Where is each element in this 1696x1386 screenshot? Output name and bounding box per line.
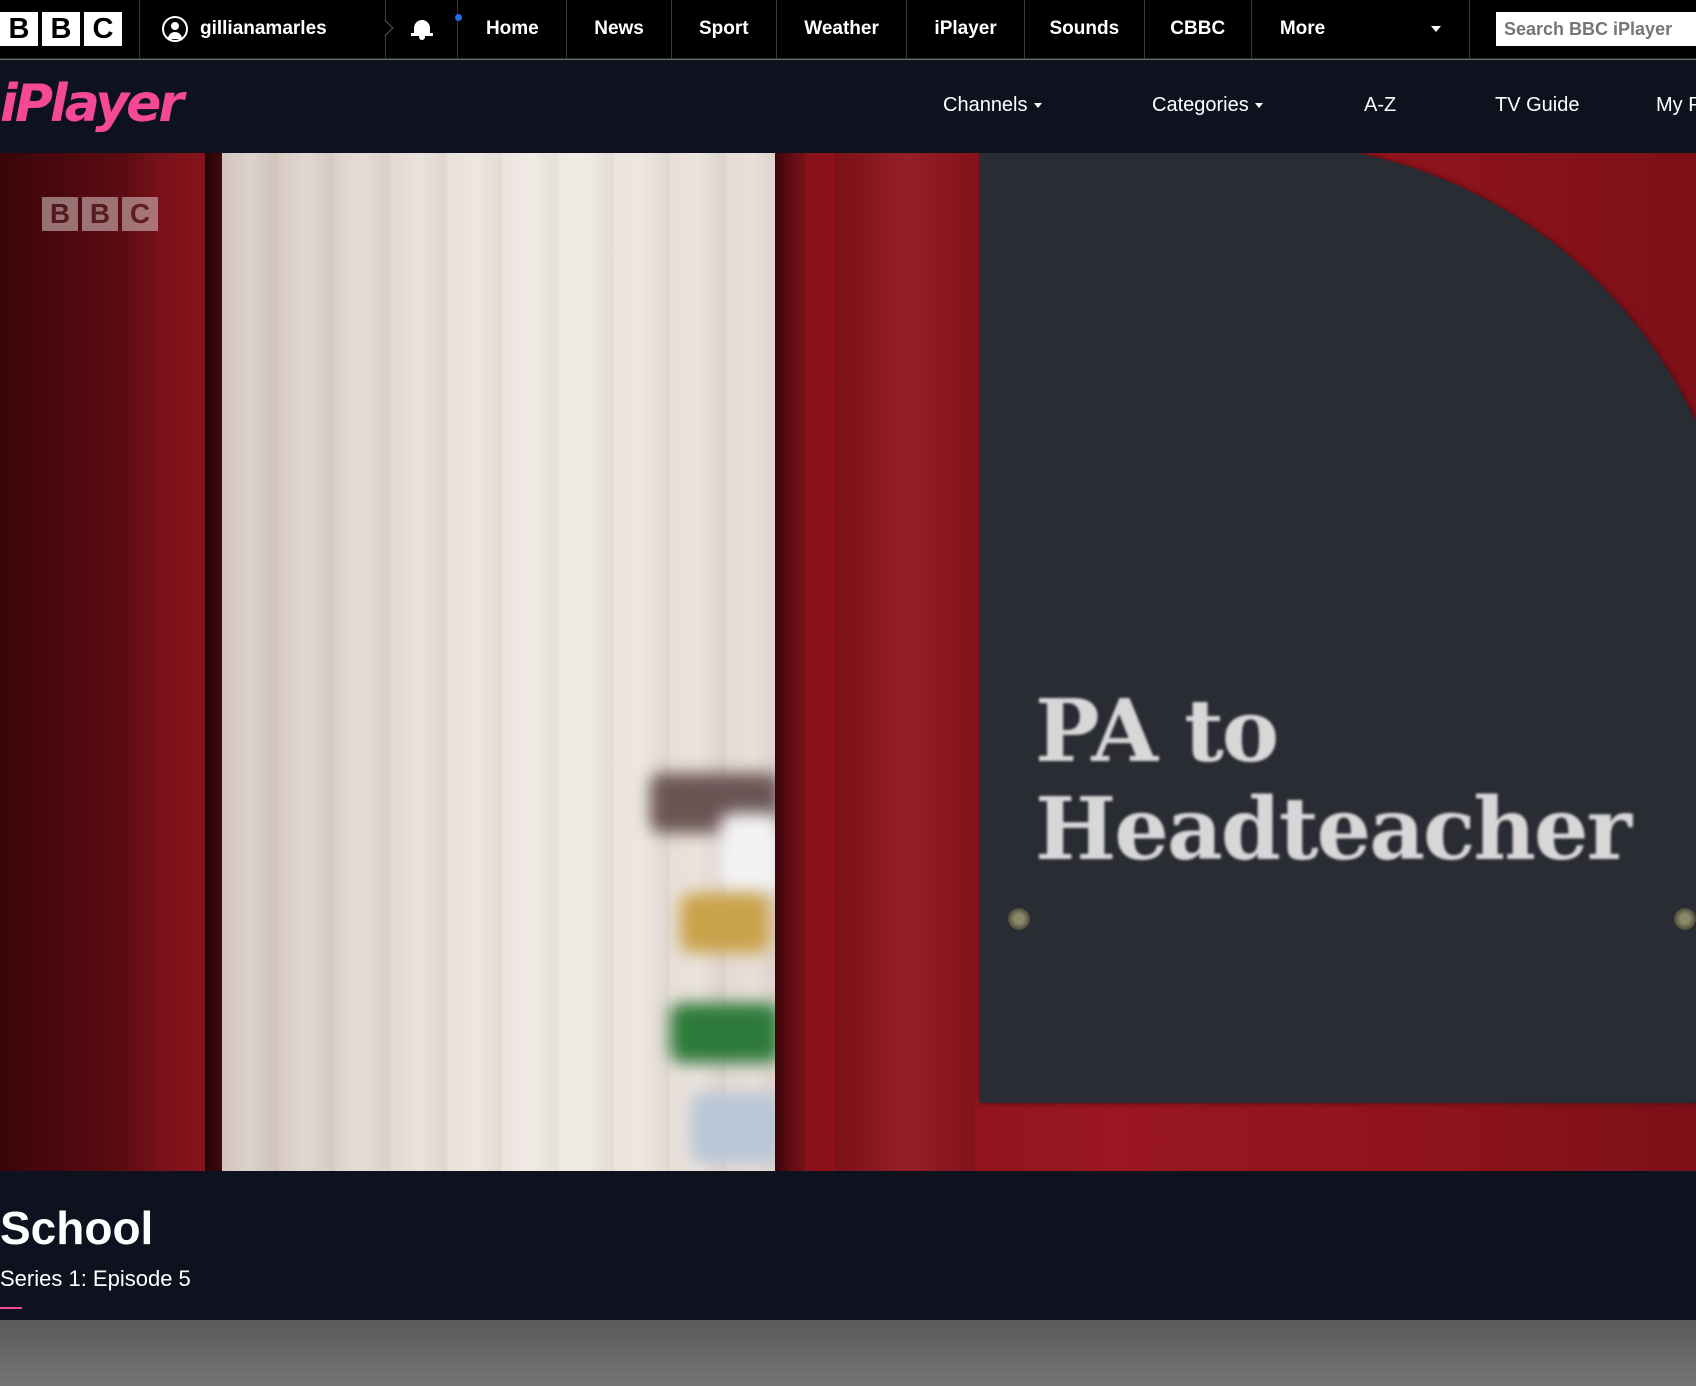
title-accent-bar [0, 1307, 22, 1309]
watermark-letter: C [122, 197, 158, 231]
page-below [0, 1320, 1696, 1386]
account-username: gillianamarles [199, 18, 327, 39]
door-sign-line: PA to [1035, 681, 1279, 782]
more-label: More [1279, 18, 1326, 39]
screw-icon [1674, 908, 1696, 930]
watermark-letter: B [42, 197, 78, 231]
nav-item-news[interactable]: News [567, 0, 672, 58]
categories-label: Categories [1152, 94, 1249, 116]
bbc-logo-letter: B [42, 12, 80, 46]
tv-guide-link[interactable]: TV Guide [1495, 94, 1579, 117]
iplayer-logo[interactable]: iPlayer [0, 74, 184, 134]
channels-label: Channels [943, 94, 1028, 116]
search-container [1470, 0, 1696, 58]
channels-menu[interactable]: Channels [943, 94, 1042, 117]
video-player[interactable]: PA to Headteacher B B C [0, 153, 1696, 1171]
door-sign-line: Headteacher [1035, 779, 1632, 880]
nav-item-weather[interactable]: Weather [777, 0, 908, 58]
bbc-watermark: B B C [42, 197, 162, 231]
door-sign-text: PA to Headteacher [1035, 681, 1632, 880]
account-icon [161, 16, 188, 42]
chevron-down-icon [1033, 103, 1042, 108]
programme-title: School [0, 1202, 154, 1254]
more-menu-button[interactable]: More [1252, 0, 1470, 58]
account-link[interactable]: gillianamarles [140, 0, 394, 58]
screw-icon [1008, 908, 1030, 930]
search-input[interactable] [1496, 12, 1696, 46]
my-programmes-link[interactable]: My Programmes [1656, 94, 1696, 117]
bbc-logo-letter: C [84, 12, 122, 46]
scene-door-sign [980, 153, 1696, 1103]
chevron-down-icon [1431, 26, 1441, 32]
nav-item-iplayer[interactable]: iPlayer [907, 0, 1025, 58]
chevron-down-icon [1254, 103, 1263, 108]
scene-wall [0, 153, 125, 1171]
nav-item-home[interactable]: Home [458, 0, 568, 58]
programme-info: School Series 1: Episode 5 [0, 1171, 1696, 1320]
az-link[interactable]: A-Z [1364, 94, 1396, 117]
notification-badge [455, 14, 462, 21]
categories-menu[interactable]: Categories [1152, 94, 1263, 117]
nav-item-cbbc[interactable]: CBBC [1145, 0, 1252, 58]
bbc-logo[interactable]: B B C [0, 0, 140, 58]
iplayer-nav: iPlayer Channels Categories A-Z TV Guide… [0, 60, 1696, 153]
episode-label: Series 1: Episode 5 [0, 1266, 191, 1291]
bbc-logo-letter: B [0, 12, 38, 46]
notifications-button[interactable] [386, 0, 459, 58]
nav-item-sounds[interactable]: Sounds [1025, 0, 1145, 58]
nav-item-sport[interactable]: Sport [672, 0, 777, 58]
bell-icon [410, 18, 433, 40]
watermark-letter: B [82, 197, 118, 231]
bbc-global-nav: B B C gillianamarles Home News Sport Wea… [0, 0, 1696, 59]
